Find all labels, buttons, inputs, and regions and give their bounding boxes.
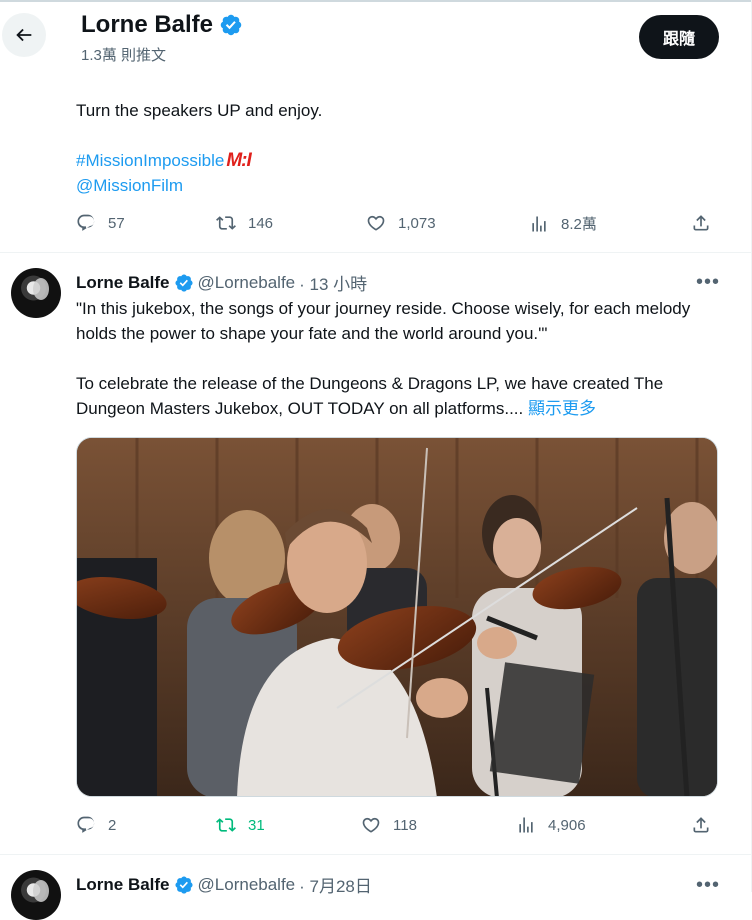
- orchestra-photo: [77, 438, 717, 796]
- reply-button[interactable]: 57: [76, 213, 125, 233]
- tweet-header: Lorne Balfe @Lornebalfe · 7月28日: [76, 872, 372, 897]
- show-more-link[interactable]: 顯示更多: [528, 399, 596, 418]
- like-count: 118: [393, 816, 417, 834]
- reply-count: 57: [108, 214, 125, 232]
- tweet-paragraph: To celebrate the release of the Dungeons…: [76, 371, 716, 421]
- tweet-time[interactable]: · 13 小時: [299, 270, 367, 295]
- reply-icon: [77, 816, 95, 833]
- like-button[interactable]: 1,073: [366, 213, 436, 233]
- views-count: 8.2萬: [561, 216, 597, 233]
- more-options-button[interactable]: •••: [696, 272, 720, 292]
- more-options-button[interactable]: •••: [696, 875, 720, 895]
- author-name[interactable]: Lorne Balfe: [76, 273, 170, 293]
- tweet-text: Turn the speakers UP and enjoy.: [76, 101, 323, 120]
- hashtag-link[interactable]: #MissionImpossible M:I: [76, 148, 252, 173]
- mention-link[interactable]: @MissionFilm: [76, 173, 183, 198]
- like-count: 1,073: [398, 214, 436, 232]
- views-chart-icon: [532, 216, 546, 231]
- share-icon: [693, 215, 709, 231]
- share-button[interactable]: [691, 213, 711, 233]
- tweet-actions: 2 31 118 4,906: [76, 815, 716, 839]
- retweet-button[interactable]: 146: [216, 213, 273, 233]
- reply-count: 2: [108, 816, 117, 834]
- reply-button[interactable]: 2: [76, 815, 116, 835]
- mission-impossible-emoji: M:I: [226, 150, 251, 171]
- heart-icon: [367, 215, 385, 231]
- arrow-left-icon: [16, 28, 32, 42]
- avatar[interactable]: [11, 870, 61, 920]
- retweet-icon: [216, 818, 236, 832]
- tweet-body: "In this jukebox, the songs of your jour…: [76, 296, 716, 421]
- like-button[interactable]: 118: [361, 815, 417, 835]
- profile-name-text: Lorne Balfe: [81, 11, 214, 38]
- tweet-divider: [0, 854, 751, 855]
- views-button[interactable]: 8.2萬: [529, 213, 597, 234]
- hashtag-text[interactable]: #MissionImpossible: [76, 148, 224, 173]
- tweet-time[interactable]: · 7月28日: [299, 872, 372, 897]
- retweet-count: 146: [248, 214, 274, 232]
- back-button[interactable]: [2, 13, 46, 57]
- heart-icon: [362, 817, 380, 833]
- share-button[interactable]: [691, 815, 711, 835]
- retweet-icon: [216, 216, 236, 230]
- retweet-button[interactable]: 31: [216, 815, 265, 835]
- tweet-header: Lorne Balfe @Lornebalfe · 13 小時: [76, 270, 367, 295]
- profile-header: Lorne Balfe 1.3萬 則推文 跟隨: [0, 2, 751, 70]
- author-handle[interactable]: @Lornebalfe: [198, 273, 296, 293]
- share-icon: [693, 817, 709, 833]
- tweet-media-image[interactable]: [76, 437, 718, 797]
- tweet-actions: 57 146 1,073 8.2萬: [76, 213, 716, 237]
- reply-icon: [77, 214, 95, 231]
- post-count: 1.3萬 則推文: [81, 47, 167, 64]
- views-chart-icon: [519, 817, 533, 833]
- views-count: 4,906: [548, 816, 586, 834]
- tweet-paragraph: "In this jukebox, the songs of your jour…: [76, 299, 691, 343]
- profile-name: Lorne Balfe: [81, 11, 243, 39]
- follow-button[interactable]: 跟隨: [639, 15, 719, 59]
- retweet-count: 31: [248, 816, 265, 834]
- avatar[interactable]: [11, 268, 61, 318]
- verified-badge-icon: [174, 273, 193, 292]
- tweet-divider: [0, 252, 751, 253]
- views-button[interactable]: 4,906: [516, 815, 586, 835]
- verified-badge-icon: [220, 14, 242, 36]
